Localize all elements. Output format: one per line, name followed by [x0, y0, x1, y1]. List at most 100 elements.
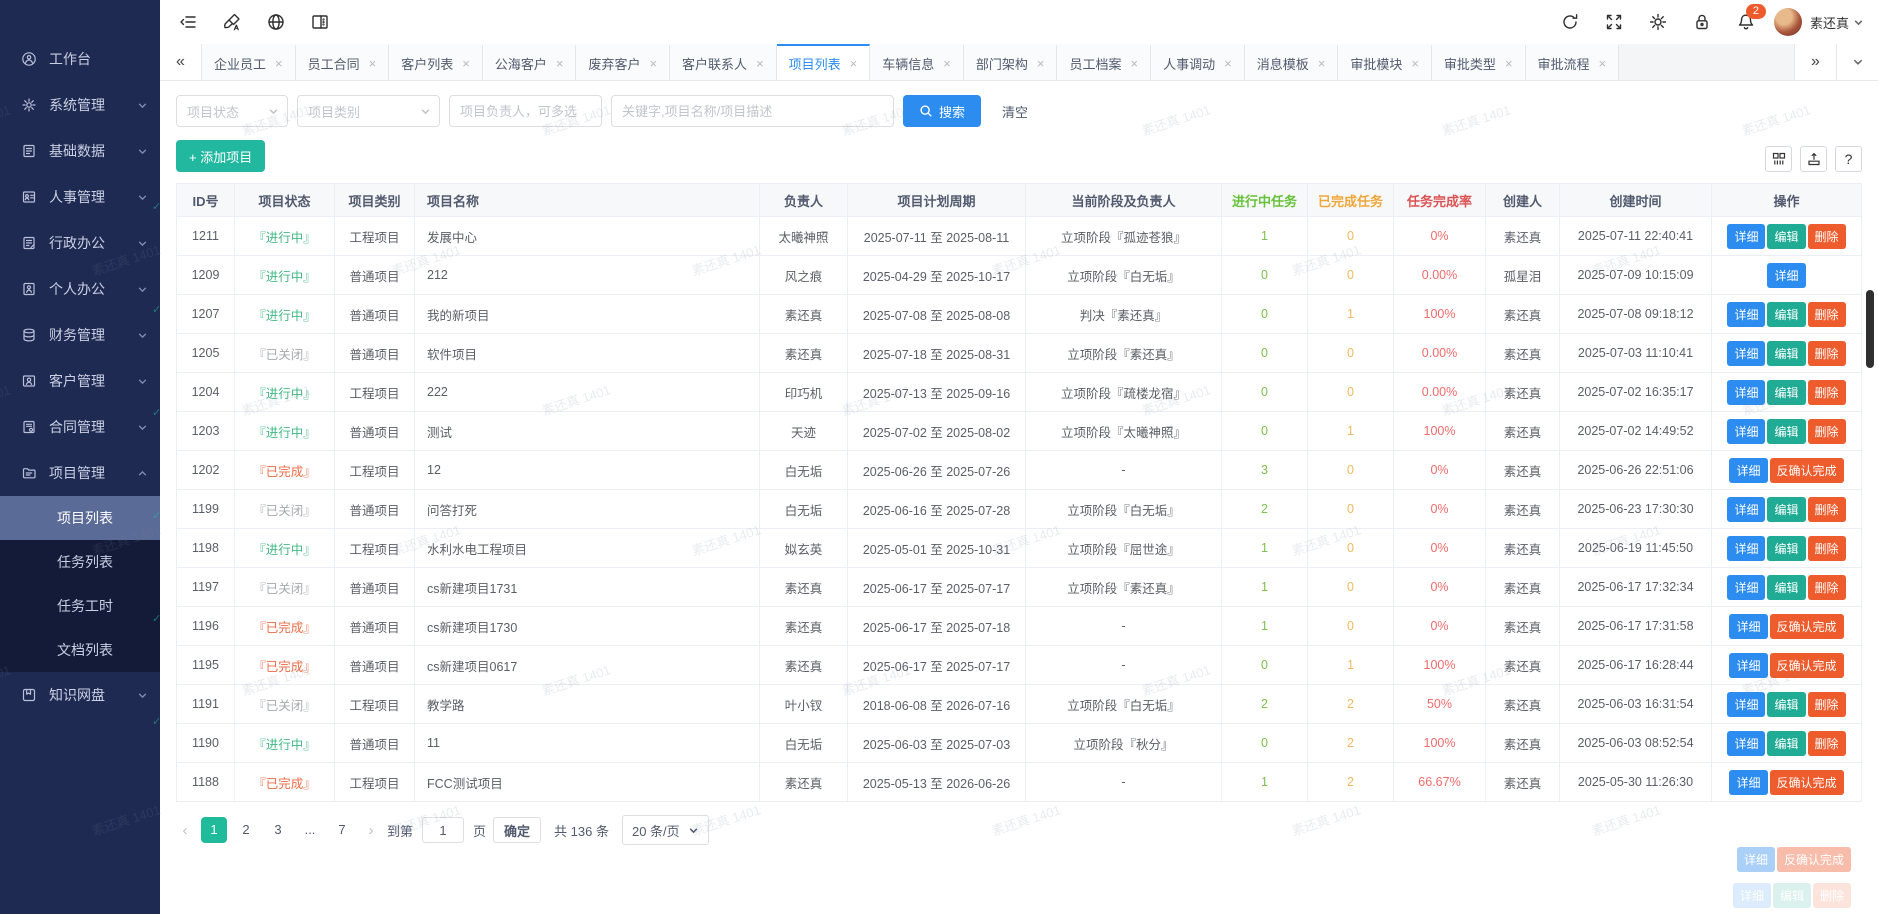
page-size-select[interactable]: 20 条/页 — [622, 815, 709, 845]
language-globe-icon[interactable] — [254, 0, 298, 44]
unconfirm-button[interactable]: 反确认完成 — [1770, 770, 1844, 795]
close-icon[interactable]: × — [556, 57, 564, 70]
collapse-sidebar-icon[interactable] — [166, 0, 210, 44]
scroll-tabs-left-icon[interactable]: « — [160, 44, 202, 80]
tab-公海客户[interactable]: 公海客户× — [483, 44, 577, 80]
detail-button[interactable]: 详细 — [1727, 575, 1765, 600]
confirm-page-button[interactable]: 确定 — [493, 817, 541, 843]
edit-button[interactable]: 编辑 — [1767, 497, 1805, 522]
detail-button[interactable]: 详细 — [1729, 614, 1767, 639]
add-project-button[interactable]: + 添加项目 — [176, 140, 265, 172]
delete-button[interactable]: 删除 — [1808, 341, 1846, 366]
sidebar-item-contract[interactable]: 合同管理 — [0, 404, 160, 450]
tab-员工档案[interactable]: 员工档案× — [1057, 44, 1151, 80]
close-icon[interactable]: × — [649, 57, 657, 70]
column-setting-icon[interactable] — [1765, 146, 1792, 172]
search-button[interactable]: 搜索 — [903, 95, 981, 127]
unconfirm-button[interactable]: 反确认完成 — [1770, 653, 1844, 678]
close-icon[interactable]: × — [850, 57, 858, 70]
close-icon[interactable]: × — [275, 57, 283, 70]
edit-button[interactable]: 编辑 — [1767, 380, 1805, 405]
tab-审批流程[interactable]: 审批流程× — [1526, 44, 1620, 80]
close-icon[interactable]: × — [462, 57, 470, 70]
detail-button[interactable]: 详细 — [1727, 224, 1765, 249]
page-button-3[interactable]: 3 — [265, 817, 291, 843]
edit-button[interactable]: 编辑 — [1767, 302, 1805, 327]
delete-button[interactable]: 删除 — [1808, 302, 1846, 327]
detail-button[interactable]: 详细 — [1727, 302, 1765, 327]
project-category-select[interactable]: 项目类别 — [297, 95, 440, 127]
detail-button[interactable]: 详细 — [1727, 341, 1765, 366]
tab-部门架构[interactable]: 部门架构× — [964, 44, 1058, 80]
sidebar-item-finance[interactable]: 财务管理 — [0, 312, 160, 358]
sidebar-item-project-list[interactable]: 项目列表 — [0, 496, 160, 540]
sidebar-item-hr[interactable]: 人事管理 — [0, 174, 160, 220]
unconfirm-button[interactable]: 反确认完成 — [1770, 458, 1844, 483]
detail-button[interactable]: 详细 — [1727, 497, 1765, 522]
detail-button[interactable]: 详细 — [1727, 380, 1765, 405]
delete-button[interactable]: 删除 — [1808, 419, 1846, 444]
close-icon[interactable]: × — [756, 57, 764, 70]
tabs-menu-icon[interactable] — [1836, 44, 1878, 80]
keyword-input[interactable] — [611, 95, 894, 127]
tab-人事调动[interactable]: 人事调动× — [1151, 44, 1245, 80]
sidebar-item-personal-office[interactable]: 个人办公 — [0, 266, 160, 312]
delete-button[interactable]: 删除 — [1808, 692, 1846, 717]
edit-button[interactable]: 编辑 — [1767, 575, 1805, 600]
settings-gear-icon[interactable] — [1636, 0, 1680, 44]
close-icon[interactable]: × — [1599, 57, 1607, 70]
edit-button[interactable]: 编辑 — [1767, 341, 1805, 366]
edit-button[interactable]: 编辑 — [1767, 731, 1805, 756]
refresh-icon[interactable] — [1548, 0, 1592, 44]
detail-button[interactable]: 详细 — [1727, 536, 1765, 561]
delete-button[interactable]: 删除 — [1808, 380, 1846, 405]
project-status-select[interactable]: 项目状态 — [176, 95, 288, 127]
close-icon[interactable]: × — [1505, 57, 1513, 70]
tab-车辆信息[interactable]: 车辆信息× — [870, 44, 964, 80]
page-button-7[interactable]: 7 — [329, 817, 355, 843]
page-button-2[interactable]: 2 — [233, 817, 259, 843]
detail-button[interactable]: 详细 — [1729, 653, 1767, 678]
close-icon[interactable]: × — [1037, 57, 1045, 70]
tab-项目列表[interactable]: 项目列表× — [777, 44, 871, 80]
edit-button[interactable]: 编辑 — [1767, 224, 1805, 249]
sidebar-item-workbench[interactable]: 工作台 — [0, 36, 160, 82]
close-icon[interactable]: × — [1411, 57, 1419, 70]
close-icon[interactable]: × — [1131, 57, 1139, 70]
goto-page-input[interactable] — [422, 817, 464, 843]
tab-员工合同[interactable]: 员工合同× — [296, 44, 390, 80]
sidebar-item-knowledge[interactable]: 知识网盘 — [0, 672, 160, 718]
tab-审批模块[interactable]: 审批模块× — [1338, 44, 1432, 80]
fullscreen-icon[interactable] — [1592, 0, 1636, 44]
prev-page-icon[interactable]: ‹ — [176, 822, 194, 839]
clear-button[interactable]: 清空 — [1002, 102, 1028, 121]
tab-消息模板[interactable]: 消息模板× — [1245, 44, 1339, 80]
tab-企业员工[interactable]: 企业员工× — [202, 44, 296, 80]
delete-button[interactable]: 删除 — [1808, 536, 1846, 561]
export-icon[interactable] — [1800, 146, 1827, 172]
close-icon[interactable]: × — [943, 57, 951, 70]
sidebar-item-task-hours[interactable]: 任务工时 — [0, 584, 160, 628]
help-icon[interactable]: ? — [1835, 146, 1862, 172]
delete-button[interactable]: 删除 — [1808, 731, 1846, 756]
detail-button[interactable]: 详细 — [1727, 731, 1765, 756]
sidebar-item-doc-list[interactable]: 文档列表 — [0, 628, 160, 672]
project-owner-input[interactable] — [449, 95, 602, 127]
delete-button[interactable]: 删除 — [1808, 224, 1846, 249]
vertical-scrollbar-thumb[interactable] — [1866, 290, 1874, 368]
delete-button[interactable]: 删除 — [1808, 497, 1846, 522]
layout-icon[interactable] — [298, 0, 342, 44]
user-menu[interactable]: 素还真 — [1810, 13, 1864, 32]
detail-button[interactable]: 详细 — [1729, 458, 1767, 483]
edit-button[interactable]: 编辑 — [1767, 536, 1805, 561]
next-page-icon[interactable]: › — [362, 822, 380, 839]
detail-button[interactable]: 详细 — [1729, 770, 1767, 795]
detail-button[interactable]: 详细 — [1767, 263, 1805, 288]
sidebar-item-system[interactable]: 系统管理 — [0, 82, 160, 128]
close-icon[interactable]: × — [1224, 57, 1232, 70]
edit-button[interactable]: 编辑 — [1767, 692, 1805, 717]
sidebar-item-task-list[interactable]: 任务列表 — [0, 540, 160, 584]
sidebar-item-base-data[interactable]: 基础数据 — [0, 128, 160, 174]
theme-brush-icon[interactable]: A — [210, 0, 254, 44]
unconfirm-button[interactable]: 反确认完成 — [1770, 614, 1844, 639]
